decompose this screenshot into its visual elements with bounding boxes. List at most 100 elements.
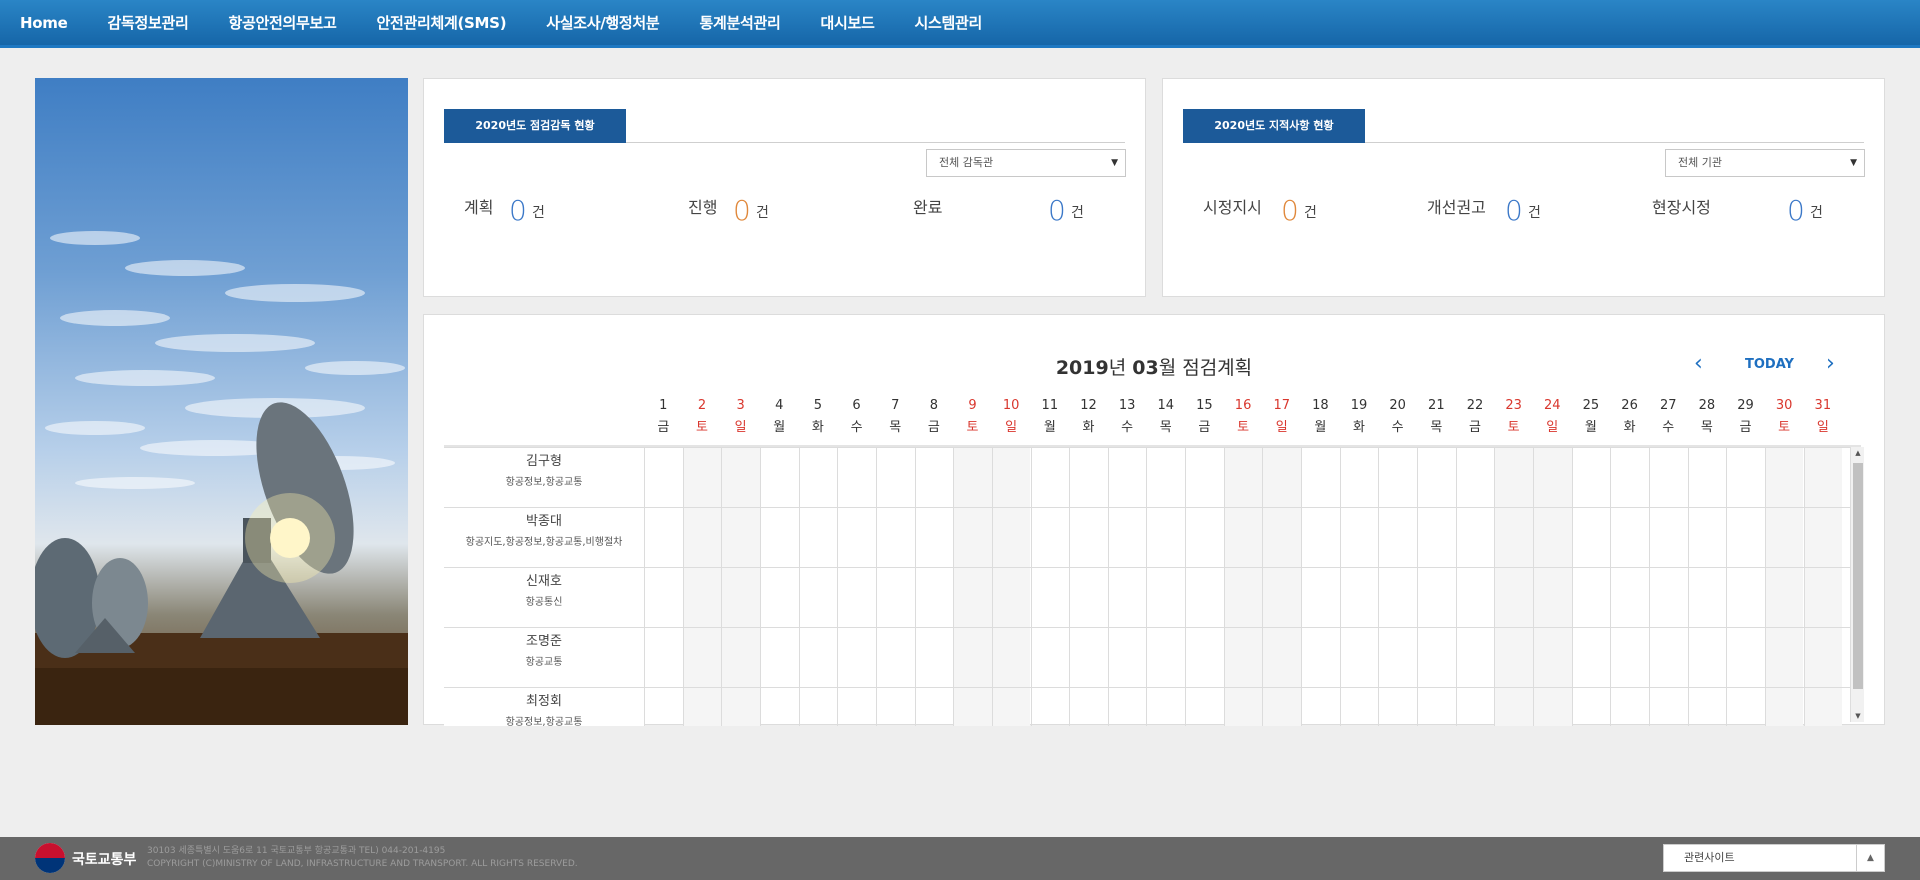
- calendar-cell[interactable]: [991, 688, 1031, 726]
- calendar-cell[interactable]: [1687, 688, 1727, 726]
- calendar-cell[interactable]: [1764, 628, 1804, 688]
- calendar-cell[interactable]: [1378, 688, 1417, 726]
- calendar-scrollbar[interactable]: ▲ ▼: [1850, 447, 1864, 722]
- calendar-cell[interactable]: [1339, 628, 1379, 688]
- calendar-cell[interactable]: [1339, 448, 1379, 508]
- calendar-cell[interactable]: [1571, 448, 1611, 508]
- calendar-cell[interactable]: [1571, 568, 1611, 628]
- calendar-cell[interactable]: [1069, 688, 1108, 726]
- calendar-cell[interactable]: [1610, 628, 1649, 688]
- calendar-cell[interactable]: [837, 688, 876, 726]
- calendar-cell[interactable]: [991, 448, 1031, 508]
- calendar-cell[interactable]: [682, 508, 722, 568]
- calendar-cell[interactable]: [991, 628, 1031, 688]
- calendar-cell[interactable]: [1378, 568, 1417, 628]
- calendar-cell[interactable]: [1726, 508, 1765, 568]
- calendar-cell[interactable]: [1764, 568, 1804, 628]
- calendar-cell[interactable]: [1262, 568, 1302, 628]
- calendar-cell[interactable]: [759, 688, 799, 726]
- calendar-cell[interactable]: [953, 508, 992, 568]
- calendar-cell[interactable]: [1571, 628, 1611, 688]
- calendar-cell[interactable]: [721, 448, 760, 508]
- calendar-cell[interactable]: [1532, 568, 1572, 628]
- calendar-cell[interactable]: [1764, 508, 1804, 568]
- calendar-cell[interactable]: [1803, 508, 1843, 568]
- calendar-cell[interactable]: [1494, 508, 1533, 568]
- calendar-cell[interactable]: [1107, 688, 1147, 726]
- calendar-cell[interactable]: [1610, 448, 1649, 508]
- inspection-status-tab[interactable]: 2020년도 점검감독 현황: [444, 109, 626, 143]
- calendar-cell[interactable]: [1185, 688, 1224, 726]
- findings-status-tab[interactable]: 2020년도 지적사항 현황: [1183, 109, 1365, 143]
- chevron-right-icon[interactable]: ›: [1826, 353, 1835, 375]
- calendar-cell[interactable]: [1455, 688, 1495, 726]
- calendar-cell[interactable]: [759, 568, 799, 628]
- calendar-cell[interactable]: [798, 568, 838, 628]
- nav-investigation[interactable]: 사실조사/행정처분: [546, 12, 659, 33]
- calendar-cell[interactable]: [1417, 628, 1456, 688]
- calendar-cell[interactable]: [1726, 628, 1765, 688]
- calendar-cell[interactable]: [914, 508, 954, 568]
- calendar-cell[interactable]: [875, 508, 915, 568]
- calendar-cell[interactable]: [875, 628, 915, 688]
- calendar-cell[interactable]: [1107, 508, 1147, 568]
- calendar-cell[interactable]: [798, 628, 838, 688]
- calendar-cell[interactable]: [1069, 628, 1108, 688]
- agency-select[interactable]: 전체 기관 ▼: [1665, 149, 1865, 177]
- calendar-cell[interactable]: [1494, 628, 1533, 688]
- calendar-cell[interactable]: [1339, 508, 1379, 568]
- calendar-cell[interactable]: [991, 568, 1031, 628]
- calendar-cell[interactable]: [721, 628, 760, 688]
- calendar-cell[interactable]: [1378, 628, 1417, 688]
- calendar-cell[interactable]: [1030, 628, 1070, 688]
- calendar-cell[interactable]: [682, 628, 722, 688]
- calendar-cell[interactable]: [1494, 688, 1533, 726]
- calendar-cell[interactable]: [1185, 628, 1224, 688]
- calendar-cell[interactable]: [1532, 628, 1572, 688]
- calendar-cell[interactable]: [1803, 688, 1843, 726]
- calendar-cell[interactable]: [1262, 508, 1302, 568]
- calendar-cell[interactable]: [682, 688, 722, 726]
- scroll-up-icon[interactable]: ▲: [1851, 449, 1865, 457]
- calendar-cell[interactable]: [798, 688, 838, 726]
- calendar-cell[interactable]: [1764, 448, 1804, 508]
- calendar-cell[interactable]: [1069, 568, 1108, 628]
- calendar-cell[interactable]: [1262, 448, 1302, 508]
- scroll-down-icon[interactable]: ▼: [1851, 712, 1865, 720]
- calendar-cell[interactable]: [644, 568, 683, 628]
- calendar-cell[interactable]: [1301, 508, 1340, 568]
- calendar-cell[interactable]: [1107, 568, 1147, 628]
- calendar-cell[interactable]: [644, 688, 683, 726]
- calendar-cell[interactable]: [1030, 688, 1070, 726]
- calendar-cell[interactable]: [1146, 568, 1185, 628]
- calendar-cell[interactable]: [644, 508, 683, 568]
- nav-dashboard[interactable]: 대시보드: [820, 12, 874, 33]
- calendar-cell[interactable]: [1494, 568, 1533, 628]
- calendar-cell[interactable]: [1301, 568, 1340, 628]
- nav-safety-report[interactable]: 항공안전의무보고: [228, 12, 336, 33]
- calendar-cell[interactable]: [1455, 568, 1495, 628]
- scrollbar-thumb[interactable]: [1853, 463, 1863, 689]
- nav-sms[interactable]: 안전관리체계(SMS): [377, 12, 507, 33]
- calendar-cell[interactable]: [1532, 508, 1572, 568]
- calendar-cell[interactable]: [1648, 448, 1688, 508]
- calendar-cell[interactable]: [1687, 568, 1727, 628]
- calendar-cell[interactable]: [1726, 688, 1765, 726]
- calendar-cell[interactable]: [1648, 508, 1688, 568]
- nav-supervision-info[interactable]: 감독정보관리: [107, 12, 188, 33]
- calendar-cell[interactable]: [1339, 568, 1379, 628]
- calendar-cell[interactable]: [1301, 688, 1340, 726]
- calendar-cell[interactable]: [798, 448, 838, 508]
- calendar-cell[interactable]: [721, 568, 760, 628]
- nav-system[interactable]: 시스템관리: [914, 12, 982, 33]
- inspector-select[interactable]: 전체 감독관 ▼: [926, 149, 1126, 177]
- chevron-left-icon[interactable]: ‹: [1694, 353, 1703, 375]
- calendar-cell[interactable]: [1262, 688, 1302, 726]
- chevron-up-icon[interactable]: ▲: [1856, 845, 1884, 871]
- calendar-cell[interactable]: [1378, 508, 1417, 568]
- calendar-cell[interactable]: [1185, 508, 1224, 568]
- calendar-cell[interactable]: [1687, 508, 1727, 568]
- calendar-cell[interactable]: [759, 628, 799, 688]
- calendar-cell[interactable]: [1223, 448, 1263, 508]
- related-sites-select[interactable]: 관련사이트 ▲: [1663, 844, 1885, 872]
